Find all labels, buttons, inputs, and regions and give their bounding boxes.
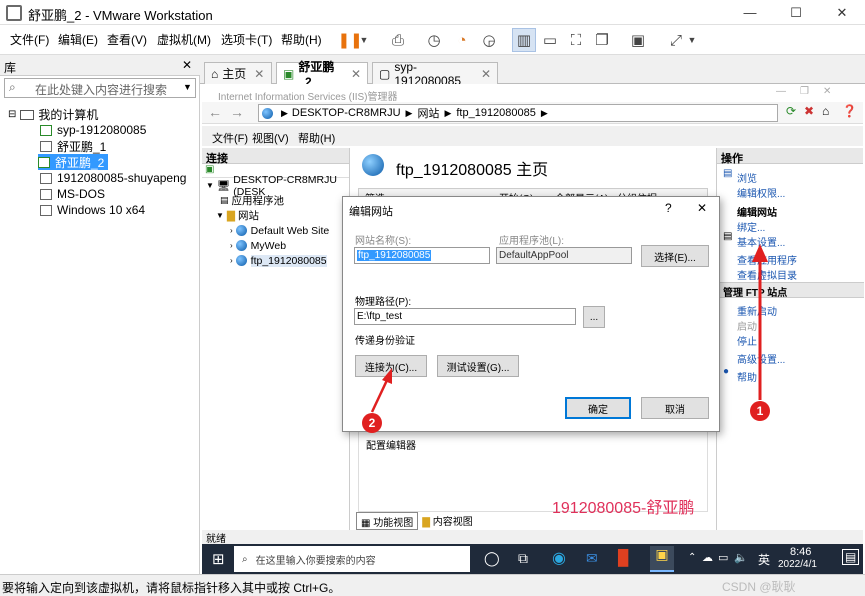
marker-2: 2: [362, 413, 382, 433]
arrow-2-head: [382, 368, 392, 384]
vmware-status-bar: 要将输入定向到该虚拟机，请将鼠标指针移入其中或按 Ctrl+G。 CSDN @耿…: [0, 574, 865, 596]
status-text: 要将输入定向到该虚拟机，请将鼠标指针移入其中或按 Ctrl+G。: [2, 581, 341, 595]
watermark-text: 1912080085-舒亚鹏: [552, 500, 695, 517]
arrow-1-head: [752, 244, 768, 262]
marker-1: 1: [750, 401, 770, 421]
arrow-2-line: [370, 377, 390, 413]
annotation-arrows: [370, 244, 768, 413]
csdn-watermark: CSDN @耿耿: [722, 580, 796, 594]
